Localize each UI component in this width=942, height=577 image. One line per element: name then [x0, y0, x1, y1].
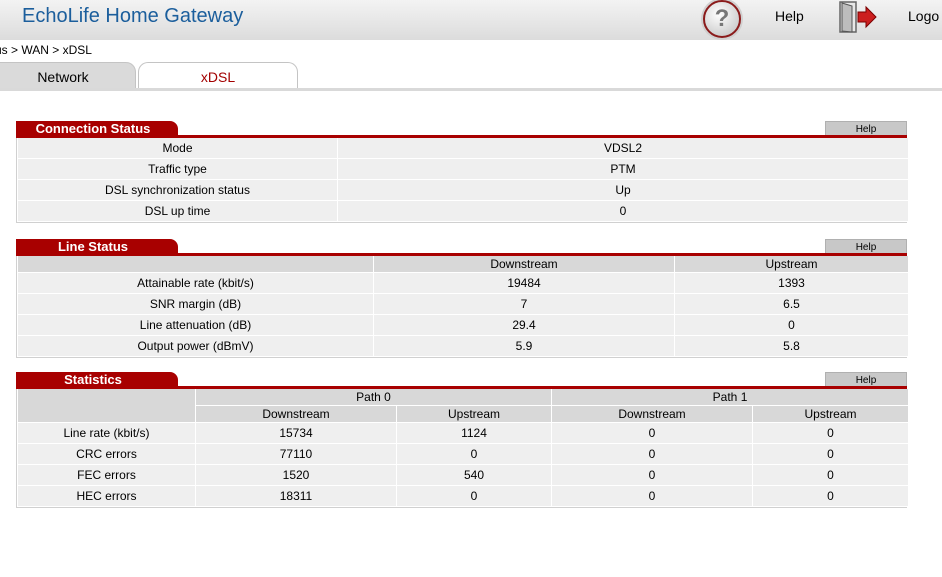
help-question-icon[interactable]: ?: [703, 0, 741, 38]
path0-upstream-value: 0: [395, 485, 553, 507]
path0-upstream-value: 1124: [395, 422, 553, 444]
upstream-value: 0: [674, 314, 909, 336]
help-link[interactable]: Help: [775, 8, 804, 24]
column-header: Downstream: [373, 255, 675, 273]
row-label: HEC errors: [17, 485, 196, 507]
column-header: [17, 255, 374, 273]
tab-bar: Network xDSL: [0, 62, 942, 90]
row-label: DSL synchronization status: [17, 179, 338, 201]
column-header: Upstream: [674, 255, 909, 273]
table-row: FEC errors 1520 540 0 0: [17, 464, 910, 486]
path0-upstream-value: 540: [395, 464, 553, 486]
statistics-table: Path 0 Path 1 Downstream Upstream Downst…: [17, 388, 910, 507]
table-row: CRC errors 77110 0 0 0: [17, 443, 910, 465]
logout-door-icon[interactable]: [838, 0, 878, 34]
table-header-row: Path 0 Path 1: [17, 388, 910, 423]
top-header: EchoLife Home Gateway ? Help Logo: [0, 0, 942, 40]
row-label: DSL up time: [17, 200, 338, 222]
tab-divider: [0, 88, 942, 91]
section-title: Statistics: [16, 372, 178, 387]
path1-upstream-value: 0: [752, 485, 910, 507]
connection-status-table: Mode VDSL2 Traffic type PTM DSL synchron…: [17, 137, 909, 222]
upstream-value: 5.8: [674, 335, 909, 357]
row-label: Output power (dBmV): [17, 335, 374, 357]
table-row: Line rate (kbit/s) 15734 1124 0 0: [17, 422, 910, 444]
row-label: Attainable rate (kbit/s): [17, 272, 374, 294]
table-row: Traffic type PTM: [17, 158, 909, 180]
column-header: Upstream: [752, 405, 910, 423]
downstream-value: 29.4: [373, 314, 675, 336]
connection-status-help-button[interactable]: Help: [825, 121, 907, 136]
section-title: Connection Status: [16, 121, 178, 136]
row-value: 0: [337, 200, 909, 222]
row-value: VDSL2: [337, 137, 909, 159]
row-value: PTM: [337, 158, 909, 180]
path1-downstream-value: 0: [551, 422, 754, 444]
path0-downstream-value: 1520: [195, 464, 397, 486]
row-label: SNR margin (dB): [17, 293, 374, 315]
table-row: Line attenuation (dB) 29.4 0: [17, 314, 909, 336]
table-row: Output power (dBmV) 5.9 5.8: [17, 335, 909, 357]
table-row: DSL synchronization status Up: [17, 179, 909, 201]
row-label: CRC errors: [17, 443, 196, 465]
line-status-table: Downstream Upstream Attainable rate (kbi…: [17, 255, 909, 357]
section-title: Line Status: [16, 239, 178, 254]
row-label: Traffic type: [17, 158, 338, 180]
row-label: FEC errors: [17, 464, 196, 486]
line-status-help-button[interactable]: Help: [825, 239, 907, 254]
brand-title: EchoLife Home Gateway: [22, 5, 244, 27]
line-status-section: Line Status Help Downstream Upstream Att…: [16, 239, 909, 358]
tab-network[interactable]: Network: [0, 62, 136, 89]
section-rule: [16, 386, 907, 389]
section-rule: [16, 253, 907, 256]
connection-status-section: Connection Status Help Mode VDSL2 Traffi…: [16, 121, 909, 223]
path-header: Path 0: [194, 388, 553, 406]
breadcrumb: us > WAN > xDSL: [0, 43, 92, 57]
column-header: Upstream: [395, 405, 553, 423]
upstream-value: 6.5: [674, 293, 909, 315]
table-row: Mode VDSL2: [17, 137, 909, 159]
table-row: HEC errors 18311 0 0 0: [17, 485, 910, 507]
statistics-section: Statistics Help Path 0 Path 1 Downstream…: [16, 372, 910, 508]
logout-link[interactable]: Logo: [908, 8, 939, 24]
downstream-value: 19484: [373, 272, 675, 294]
path1-downstream-value: 0: [551, 443, 754, 465]
tab-xdsl[interactable]: xDSL: [138, 62, 298, 89]
path0-downstream-value: 15734: [195, 422, 397, 444]
column-header: Downstream: [551, 405, 754, 423]
downstream-value: 5.9: [373, 335, 675, 357]
row-label: Line rate (kbit/s): [17, 422, 196, 444]
table-row: Attainable rate (kbit/s) 19484 1393: [17, 272, 909, 294]
path1-downstream-value: 0: [551, 485, 754, 507]
downstream-value: 7: [373, 293, 675, 315]
path1-downstream-value: 0: [551, 464, 754, 486]
table-header-row: Downstream Upstream: [17, 255, 909, 273]
path0-downstream-value: 18311: [195, 485, 397, 507]
column-header: Downstream: [195, 405, 397, 423]
row-value: Up: [337, 179, 909, 201]
path1-upstream-value: 0: [752, 422, 910, 444]
table-row: SNR margin (dB) 7 6.5: [17, 293, 909, 315]
upstream-value: 1393: [674, 272, 909, 294]
path0-upstream-value: 0: [395, 443, 553, 465]
path-header: Path 1: [551, 388, 910, 406]
row-label: Mode: [17, 137, 338, 159]
section-rule: [16, 135, 907, 138]
row-label: Line attenuation (dB): [17, 314, 374, 336]
statistics-help-button[interactable]: Help: [825, 372, 907, 387]
path1-upstream-value: 0: [752, 464, 910, 486]
table-row: DSL up time 0: [17, 200, 909, 222]
empty-header-cell: [17, 388, 196, 423]
path0-downstream-value: 77110: [195, 443, 397, 465]
path1-upstream-value: 0: [752, 443, 910, 465]
